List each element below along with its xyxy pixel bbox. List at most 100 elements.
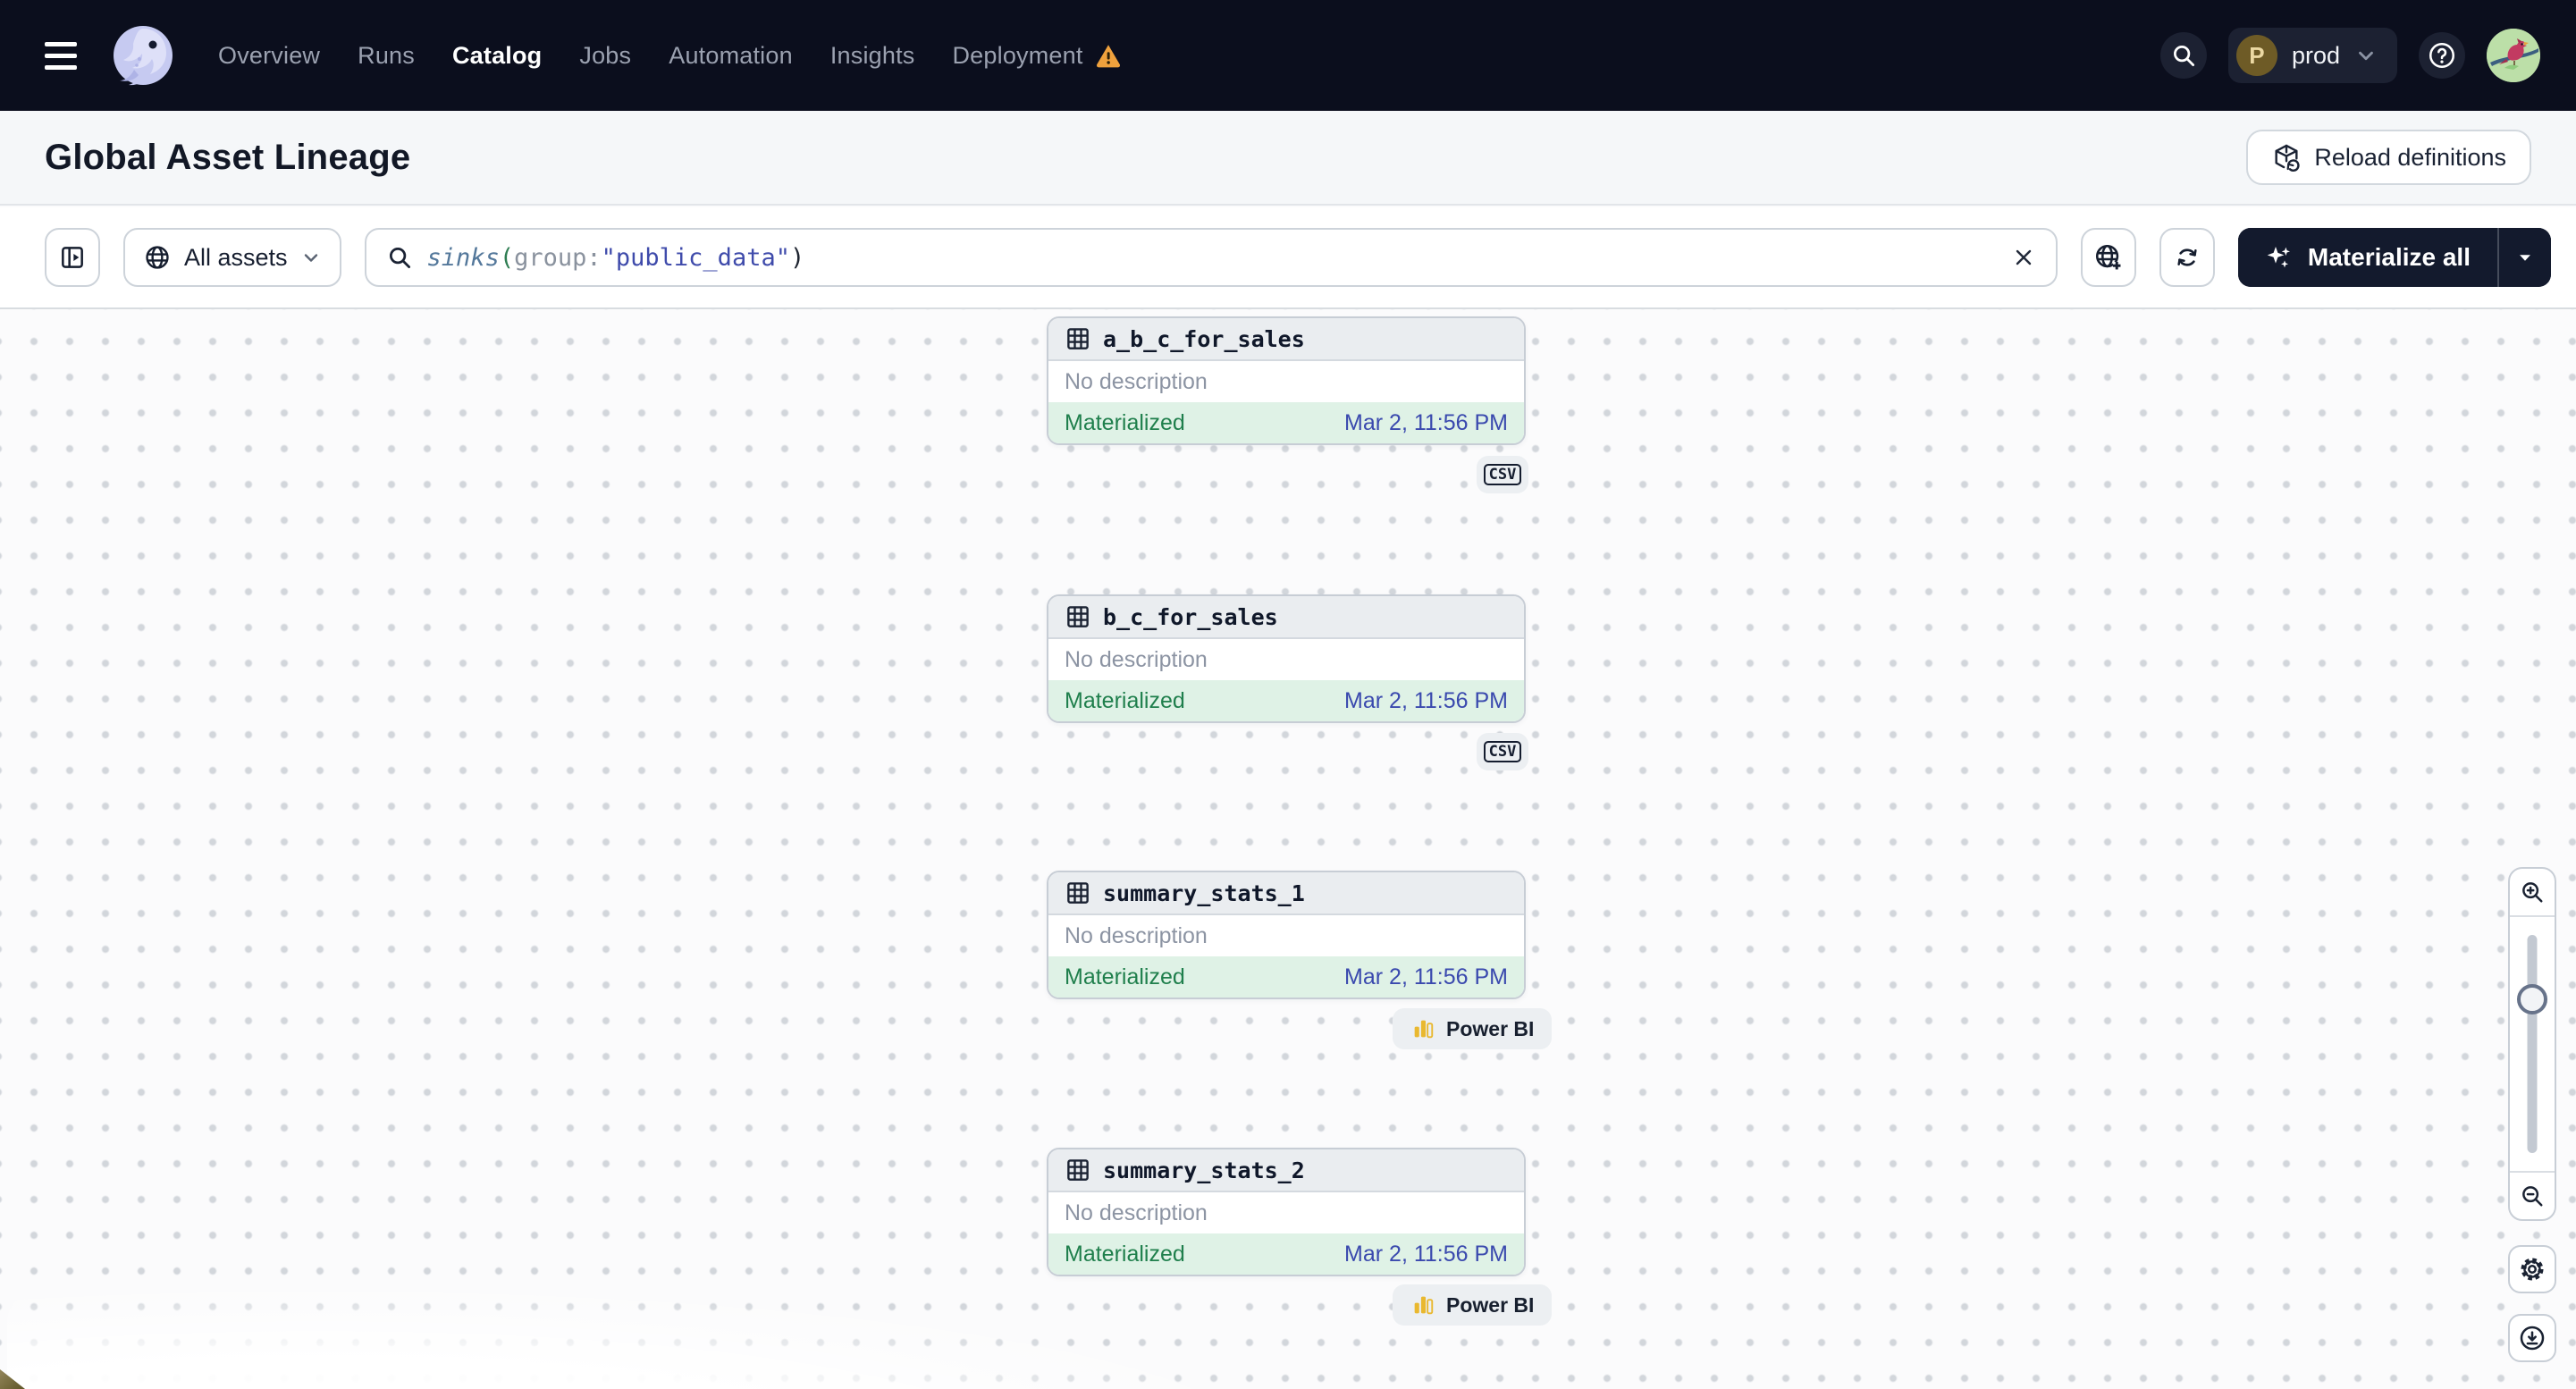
asset-filter-dropdown[interactable]: All assets [123,228,341,287]
gear-icon [2521,1258,2544,1281]
nav-item-jobs[interactable]: Jobs [579,42,631,70]
nav-item-automation[interactable]: Automation [669,42,793,70]
table-icon [1067,1159,1089,1181]
nav-item-deployment[interactable]: Deployment [952,42,1082,70]
environment-name: prod [2291,41,2340,69]
asset-node-footer: Materialized Mar 2, 11:56 PM [1048,402,1524,443]
search-icon [389,248,410,268]
top-nav: Overview Runs Catalog Jobs Automation In… [0,0,2576,111]
powerbi-label: Power BI [1446,1292,1535,1317]
asset-kind-badge-powerbi[interactable]: Power BI [1393,1284,1553,1326]
zoom-slider-track[interactable] [2527,935,2538,1153]
globe-icon [146,246,169,269]
asset-selection-query: sinks(group:"public_data") [426,243,805,272]
package-reload-icon [2275,144,2300,172]
asset-node-summary_stats_2[interactable]: summary_stats_2 No description Materiali… [1047,1148,1526,1276]
status-badge: Materialized [1065,964,1185,989]
status-badge: Materialized [1065,687,1185,713]
close-icon [2016,249,2032,265]
zoom-slider-thumb[interactable] [2517,984,2547,1014]
nav-item-catalog[interactable]: Catalog [452,42,542,70]
global-search-button[interactable] [2159,32,2207,79]
graph-settings-button[interactable] [2508,1245,2556,1293]
download-icon [2520,1326,2545,1351]
asset-description: No description [1065,368,1208,394]
nav-item-insights[interactable]: Insights [830,42,915,70]
lineage-toolbar: All assets sinks(group:"public_data") Ma… [0,207,2576,307]
materialization-timestamp[interactable]: Mar 2, 11:56 PM [1344,688,1508,714]
materialization-timestamp[interactable]: Mar 2, 11:56 PM [1344,1242,1508,1267]
powerbi-icon [1414,1020,1434,1039]
environment-switcher[interactable]: P prod [2227,28,2397,83]
globe-plus-icon [2095,244,2121,270]
nav-item-runs[interactable]: Runs [358,42,415,70]
materialize-all-label: Materialize all [2307,243,2471,271]
asset-kind-badge-csv[interactable]: CSV [1477,733,1528,770]
asset-node-summary_stats_1[interactable]: summary_stats_1 No description Materiali… [1047,871,1526,999]
deployment-warning-icon[interactable] [1094,41,1123,70]
download-image-button[interactable] [2508,1314,2556,1362]
asset-node-a_b_c_for_sales[interactable]: a_b_c_for_sales No description Materiali… [1047,316,1526,445]
zoom-out-button[interactable] [2510,1173,2555,1219]
user-avatar[interactable] [2487,29,2540,82]
asset-selection-input[interactable]: sinks(group:"public_data") [364,228,2058,287]
asset-node-header: b_c_for_sales [1048,596,1524,639]
dagster-app-window: Overview Runs Catalog Jobs Automation In… [0,0,2576,1389]
help-button[interactable] [2419,32,2465,79]
asset-kind-badge-powerbi[interactable]: Power BI [1393,1008,1553,1049]
caret-down-icon [2520,255,2530,261]
powerbi-label: Power BI [1446,1016,1535,1040]
asset-node-footer: Materialized Mar 2, 11:56 PM [1048,1233,1524,1275]
hamburger-menu-button[interactable] [45,36,88,75]
status-badge: Materialized [1065,1241,1185,1267]
asset-description: No description [1065,646,1208,672]
top-nav-right: P prod [2159,28,2540,83]
asset-node-footer: Materialized Mar 2, 11:56 PM [1048,680,1524,721]
asset-name: b_c_for_sales [1103,603,1278,630]
powerbi-icon [1414,1296,1434,1315]
zoom-control-panel [2508,867,2556,1221]
dagster-logo-icon[interactable] [107,20,179,91]
table-icon [1067,606,1089,627]
asset-node-body: No description [1048,1192,1524,1233]
primary-nav: Overview Runs Catalog Jobs Automation In… [218,41,1123,70]
environment-avatar: P [2235,35,2277,76]
clear-query-button[interactable] [2000,234,2047,281]
materialization-timestamp[interactable]: Mar 2, 11:56 PM [1344,410,1508,436]
reload-definitions-button[interactable]: Reload definitions [2246,130,2531,185]
materialize-options-button[interactable] [2499,228,2551,287]
refresh-graph-button[interactable] [2159,228,2215,287]
asset-node-header: summary_stats_2 [1048,1149,1524,1192]
zoom-slider[interactable] [2510,915,2555,1173]
view-global-lineage-button[interactable] [2080,228,2136,287]
nav-item-overview[interactable]: Overview [218,42,320,70]
csv-icon: CSV [1483,740,1522,763]
asset-node-b_c_for_sales[interactable]: b_c_for_sales No description Materialize… [1047,594,1526,723]
materialization-timestamp[interactable]: Mar 2, 11:56 PM [1344,964,1508,990]
asset-name: summary_stats_1 [1103,880,1305,906]
table-icon [1067,328,1089,349]
asset-description: No description [1065,922,1208,948]
asset-node-body: No description [1048,361,1524,402]
open-sidebar-panel-button[interactable] [45,228,100,287]
zoom-out-icon [2522,1186,2543,1207]
reload-definitions-label: Reload definitions [2314,143,2506,171]
asset-filter-label: All assets [184,243,288,271]
zoom-in-icon [2522,882,2543,903]
asset-node-header: summary_stats_1 [1048,872,1524,915]
asset-node-footer: Materialized Mar 2, 11:56 PM [1048,956,1524,998]
lineage-canvas[interactable]: a_b_c_for_sales No description Materiali… [0,307,2576,1389]
asset-name: summary_stats_2 [1103,1157,1305,1183]
status-badge: Materialized [1065,409,1185,435]
asset-kind-badge-csv[interactable]: CSV [1477,456,1528,493]
csv-icon: CSV [1483,463,1522,486]
sparkles-icon [2267,247,2290,268]
asset-node-body: No description [1048,915,1524,956]
page-title: Global Asset Lineage [45,137,411,177]
page-header: Global Asset Lineage Reload definitions [0,111,2576,206]
zoom-in-button[interactable] [2510,869,2555,915]
asset-node-header: a_b_c_for_sales [1048,318,1524,361]
asset-name: a_b_c_for_sales [1103,325,1305,352]
chevron-down-icon [304,254,317,262]
materialize-all-button[interactable]: Materialize all [2237,228,2497,287]
